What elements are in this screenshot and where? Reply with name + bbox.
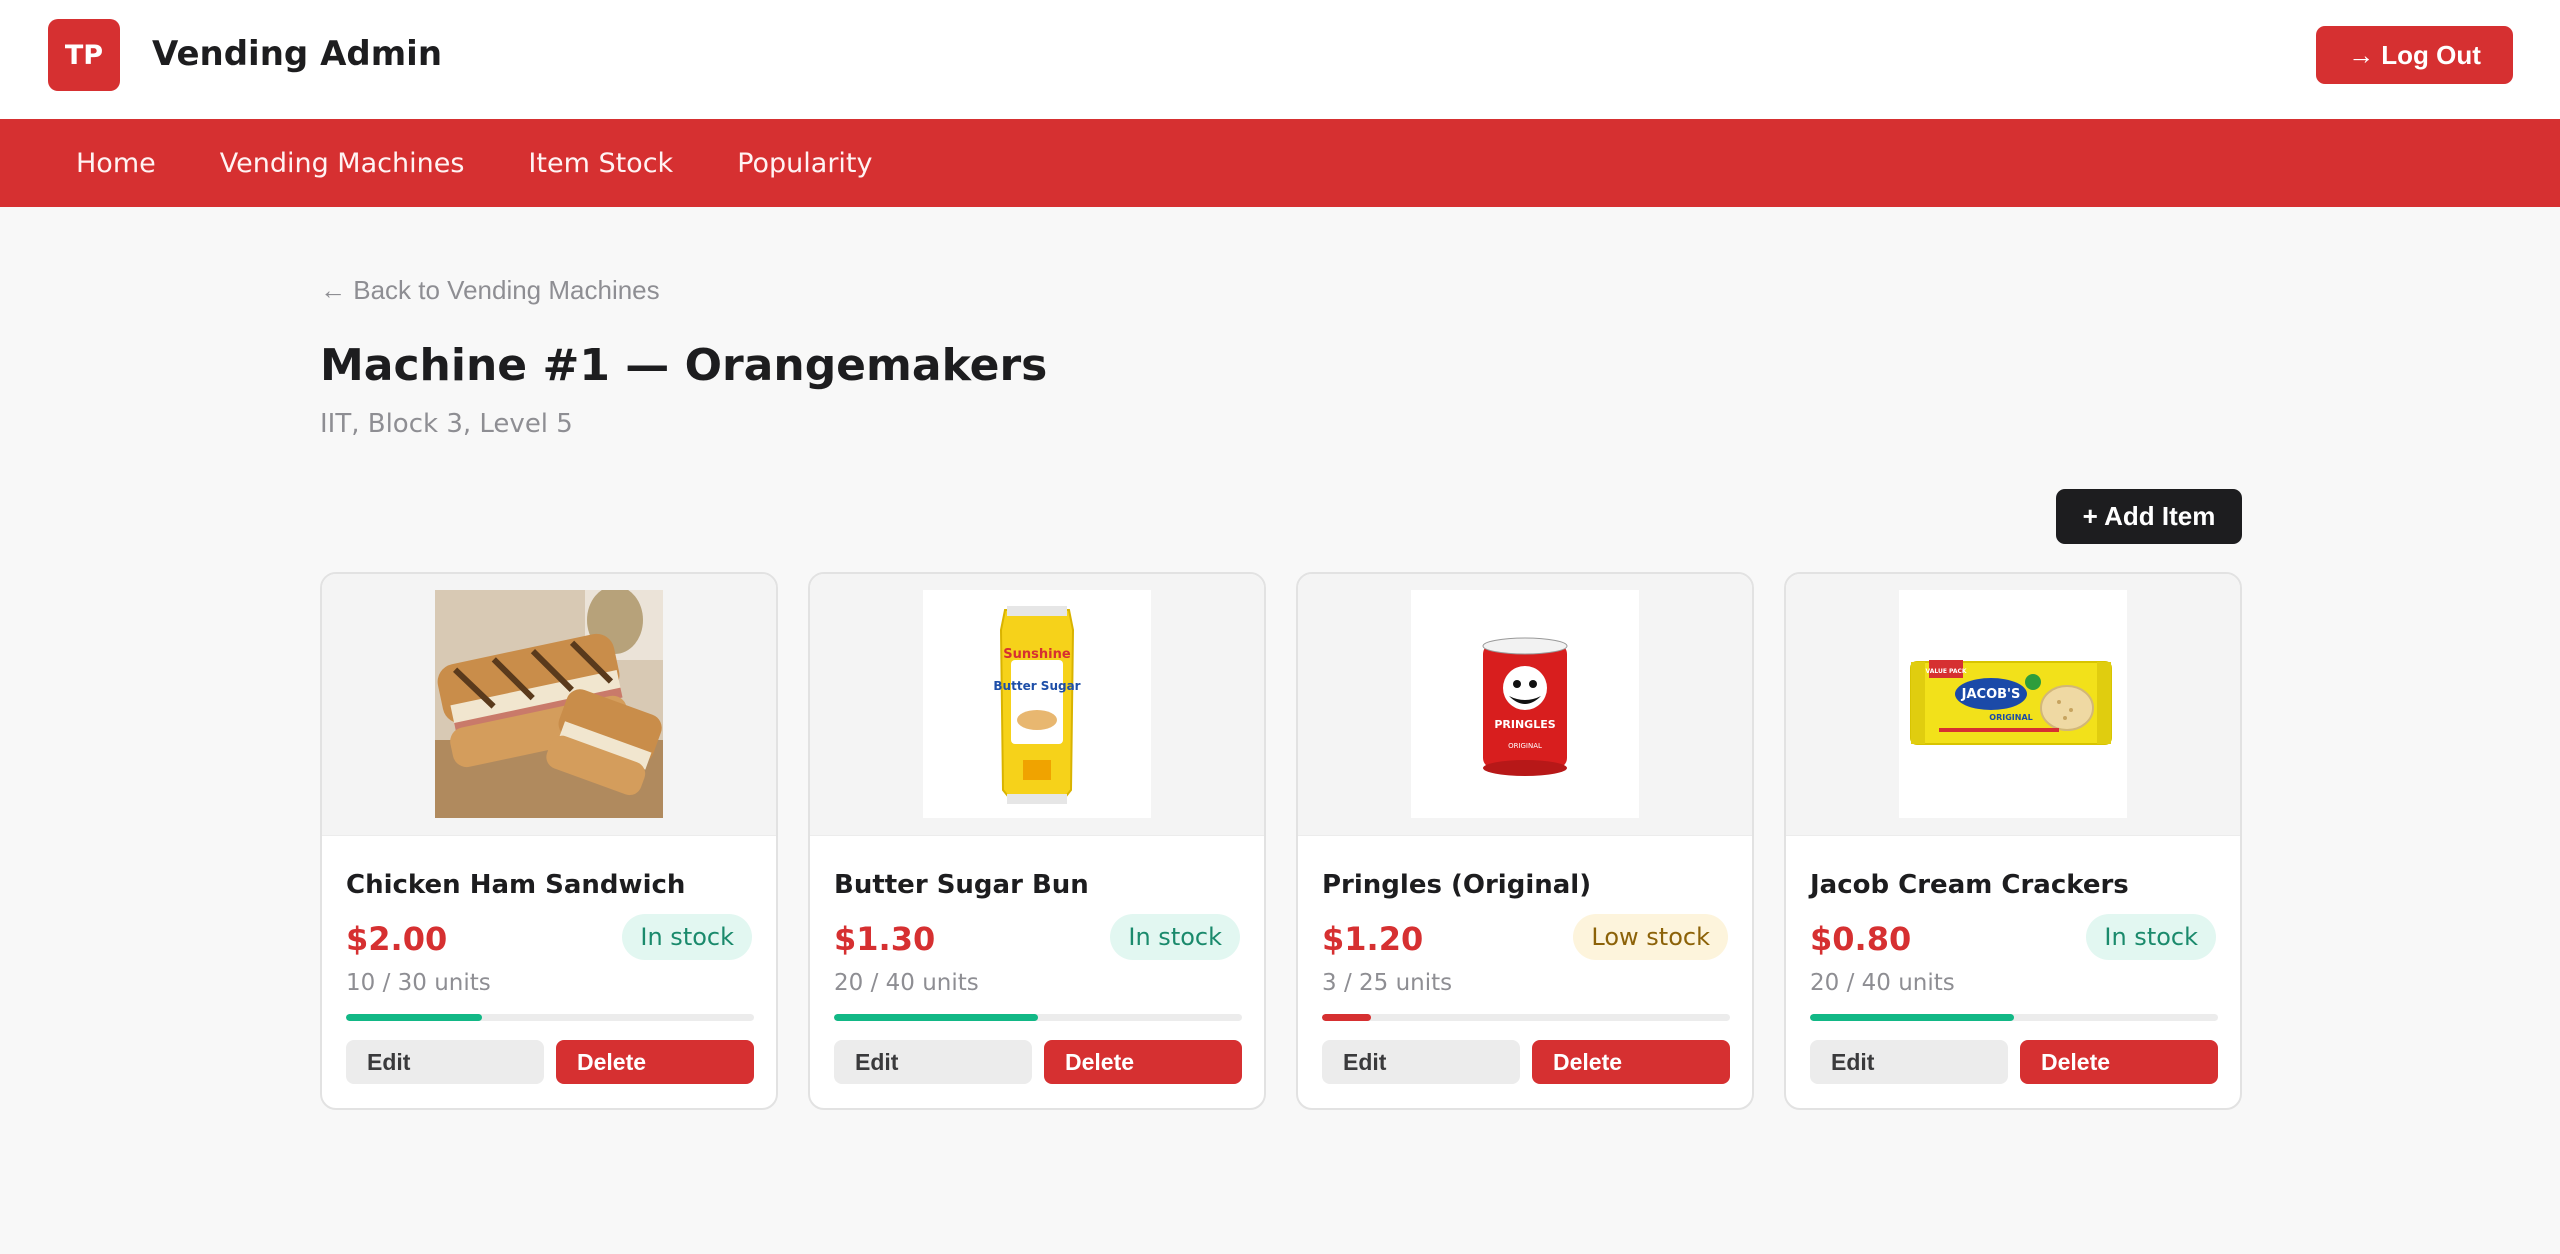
delete-button[interactable]: Delete — [2020, 1040, 2218, 1084]
stock-units: 20 / 40 units — [834, 970, 979, 996]
bun-pack-image: Sunshine Butter Sugar — [923, 590, 1151, 818]
item-image-area: VALUE PACK JACOB'S ORIGINAL — [1786, 574, 2240, 836]
delete-button[interactable]: Delete — [1532, 1040, 1730, 1084]
item-price: $0.80 — [1810, 920, 1912, 958]
edit-button[interactable]: Edit — [1322, 1040, 1520, 1084]
item-name: Butter Sugar Bun — [834, 870, 1089, 900]
item-card: VALUE PACK JACOB'S ORIGINAL Jacob Cream … — [1784, 572, 2242, 1110]
item-image-area — [322, 574, 776, 836]
delete-button[interactable]: Delete — [1044, 1040, 1242, 1084]
cracker-pack-image: VALUE PACK JACOB'S ORIGINAL — [1899, 590, 2127, 818]
stock-units: 3 / 25 units — [1322, 970, 1453, 996]
pringles-flavor-text: ORIGINAL — [1508, 742, 1542, 750]
item-name: Jacob Cream Crackers — [1810, 870, 2129, 900]
item-name: Chicken Ham Sandwich — [346, 870, 686, 900]
bun-product-text: Butter Sugar — [993, 679, 1080, 693]
stock-status-badge: In stock — [622, 914, 752, 960]
back-to-vending-machines-link[interactable]: ← Back to Vending Machines — [320, 275, 660, 306]
nav-item-vending-machines[interactable]: Vending Machines — [220, 148, 465, 179]
stock-units: 20 / 40 units — [1810, 970, 1955, 996]
jacobs-flavor-text: ORIGINAL — [1989, 713, 2032, 722]
stock-progress-bar — [1810, 1014, 2218, 1021]
stock-progress-fill — [346, 1014, 482, 1021]
app-logo[interactable]: TP — [48, 19, 120, 91]
stock-status-badge: In stock — [1110, 914, 1240, 960]
item-price: $1.20 — [1322, 920, 1424, 958]
item-price: $2.00 — [346, 920, 448, 958]
page-title: Machine #1 — Orangemakers — [320, 340, 1048, 391]
item-name: Pringles (Original) — [1322, 870, 1592, 900]
delete-button[interactable]: Delete — [556, 1040, 754, 1084]
stock-progress-bar — [1322, 1014, 1730, 1021]
add-item-button[interactable]: + Add Item — [2056, 489, 2242, 544]
stock-progress-fill — [1810, 1014, 2014, 1021]
item-card: Chicken Ham Sandwich $2.00 In stock 10 /… — [320, 572, 778, 1110]
jacobs-brand-text: JACOB'S — [1961, 687, 2021, 702]
item-card: PRINGLES ORIGINAL Pringles (Original) $1… — [1296, 572, 1754, 1110]
stock-progress-bar — [346, 1014, 754, 1021]
item-card: Sunshine Butter Sugar Butter Sugar Bun $… — [808, 572, 1266, 1110]
stock-units: 10 / 30 units — [346, 970, 491, 996]
nav-item-popularity[interactable]: Popularity — [737, 148, 872, 179]
logout-button[interactable]: → Log Out — [2316, 26, 2513, 84]
pringles-brand-text: PRINGLES — [1494, 718, 1555, 731]
item-card-grid: Chicken Ham Sandwich $2.00 In stock 10 /… — [320, 572, 2242, 1110]
nav-item-item-stock[interactable]: Item Stock — [528, 148, 673, 179]
edit-button[interactable]: Edit — [834, 1040, 1032, 1084]
sandwich-image — [435, 590, 663, 818]
stock-progress-fill — [1322, 1014, 1371, 1021]
machine-location: IIT, Block 3, Level 5 — [320, 409, 573, 439]
edit-button[interactable]: Edit — [1810, 1040, 2008, 1084]
item-image-area: Sunshine Butter Sugar — [810, 574, 1264, 836]
app-title: Vending Admin — [152, 34, 443, 74]
top-header: TP Vending Admin → Log Out — [0, 0, 2560, 119]
nav-item-home[interactable]: Home — [76, 148, 156, 179]
pringles-can-image: PRINGLES ORIGINAL — [1411, 590, 1639, 818]
edit-button[interactable]: Edit — [346, 1040, 544, 1084]
stock-progress-bar — [834, 1014, 1242, 1021]
stock-status-badge: In stock — [2086, 914, 2216, 960]
main-nav: Home Vending Machines Item Stock Popular… — [0, 119, 2560, 207]
item-image-area: PRINGLES ORIGINAL — [1298, 574, 1752, 836]
item-price: $1.30 — [834, 920, 936, 958]
bun-brand-text: Sunshine — [1003, 647, 1071, 662]
stock-status-badge: Low stock — [1573, 914, 1728, 960]
jacobs-tag-text: VALUE PACK — [1925, 668, 1966, 675]
stock-progress-fill — [834, 1014, 1038, 1021]
